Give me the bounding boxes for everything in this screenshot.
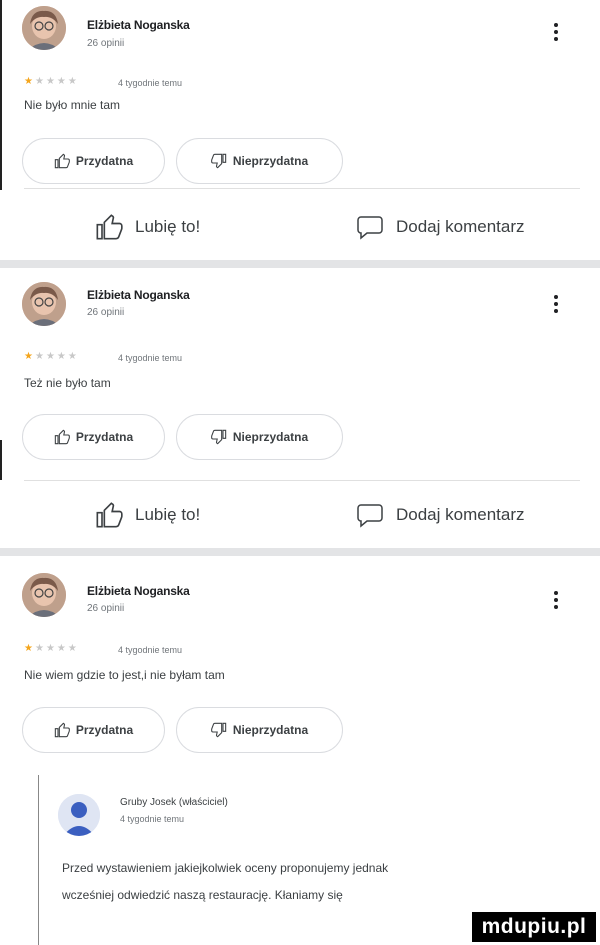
helpful-button[interactable]: Przydatna bbox=[22, 707, 165, 753]
reviewer-name[interactable]: Elżbieta Noganska bbox=[87, 288, 190, 302]
user-avatar-icon[interactable] bbox=[22, 282, 66, 326]
owner-reply-text: Przed wystawieniem jakiejkolwiek oceny p… bbox=[62, 858, 532, 906]
left-edge-line bbox=[0, 440, 2, 480]
star-icon: ★ bbox=[34, 643, 46, 654]
like-button[interactable]: Lubię to! bbox=[95, 213, 200, 241]
thumb-up-icon bbox=[96, 214, 123, 240]
not-helpful-label: Nieprzydatna bbox=[232, 154, 309, 168]
star-icon: ★ bbox=[24, 643, 35, 654]
reviewer-name[interactable]: Elżbieta Noganska bbox=[87, 584, 190, 598]
divider bbox=[24, 480, 580, 481]
comment-icon bbox=[357, 216, 383, 240]
owner-name: Gruby Josek (właściciel) bbox=[120, 797, 228, 808]
more-vert-icon[interactable] bbox=[553, 20, 559, 41]
review-text: Nie wiem gdzie to jest,i nie byłam tam bbox=[24, 668, 225, 682]
not-helpful-button[interactable]: Nieprzydatna bbox=[176, 138, 343, 184]
thumb-down-icon bbox=[210, 153, 227, 169]
user-avatar-icon[interactable] bbox=[22, 573, 66, 617]
star-icon: ★ bbox=[67, 643, 79, 654]
star-icon: ★ bbox=[34, 76, 46, 87]
thumb-down-icon bbox=[210, 722, 227, 738]
not-helpful-label: Nieprzydatna bbox=[232, 430, 309, 444]
star-icon: ★ bbox=[24, 76, 35, 87]
owner-reply-line: wcześniej odwiedzić naszą restaurację. K… bbox=[62, 888, 343, 902]
star-rating: ★★★★★ bbox=[24, 643, 79, 654]
star-rating: ★★★★★ bbox=[24, 351, 79, 362]
not-helpful-button[interactable]: Nieprzydatna bbox=[176, 707, 343, 753]
add-comment-button[interactable]: Dodaj komentarz bbox=[356, 501, 525, 529]
comment-label: Dodaj komentarz bbox=[396, 217, 525, 236]
helpful-button[interactable]: Przydatna bbox=[22, 414, 165, 460]
thumb-up-icon bbox=[54, 722, 70, 738]
like-button[interactable]: Lubię to! bbox=[95, 501, 200, 529]
star-icon: ★ bbox=[67, 76, 79, 87]
not-helpful-button[interactable]: Nieprzydatna bbox=[176, 414, 343, 460]
helpful-button[interactable]: Przydatna bbox=[22, 138, 165, 184]
star-icon: ★ bbox=[45, 76, 57, 87]
star-icon: ★ bbox=[56, 351, 68, 362]
left-edge-line bbox=[0, 0, 2, 190]
reviewer-meta: 26 opinii bbox=[87, 307, 125, 318]
not-helpful-label: Nieprzydatna bbox=[232, 723, 309, 737]
helpful-label: Przydatna bbox=[75, 430, 134, 444]
user-avatar-icon[interactable] bbox=[22, 6, 66, 50]
star-icon: ★ bbox=[45, 643, 57, 654]
star-rating: ★★★★★ bbox=[24, 76, 79, 87]
section-separator bbox=[0, 260, 600, 268]
owner-avatar-icon bbox=[58, 794, 100, 836]
review-time: 4 tygodnie temu bbox=[118, 353, 183, 363]
left-edge-line bbox=[38, 775, 39, 945]
reviewer-meta: 26 opinii bbox=[87, 603, 125, 614]
star-icon: ★ bbox=[56, 643, 68, 654]
more-vert-icon[interactable] bbox=[553, 292, 559, 313]
helpful-label: Przydatna bbox=[75, 723, 134, 737]
watermark-logo: mdupiu.pl bbox=[472, 912, 596, 942]
reviewer-name[interactable]: Elżbieta Noganska bbox=[87, 18, 190, 32]
add-comment-button[interactable]: Dodaj komentarz bbox=[356, 213, 525, 241]
divider bbox=[24, 188, 580, 189]
star-icon: ★ bbox=[24, 351, 35, 362]
comment-label: Dodaj komentarz bbox=[396, 505, 525, 524]
helpful-label: Przydatna bbox=[75, 154, 134, 168]
review-time: 4 tygodnie temu bbox=[118, 78, 183, 88]
star-icon: ★ bbox=[67, 351, 79, 362]
thumb-up-icon bbox=[54, 153, 70, 169]
owner-reply-time: 4 tygodnie temu bbox=[120, 814, 185, 824]
star-icon: ★ bbox=[45, 351, 57, 362]
owner-reply-line: Przed wystawieniem jakiejkolwiek oceny p… bbox=[62, 861, 389, 875]
review-text: Też nie było tam bbox=[24, 376, 111, 390]
thumb-up-icon bbox=[96, 502, 123, 528]
review-time: 4 tygodnie temu bbox=[118, 645, 183, 655]
comment-icon bbox=[357, 504, 383, 528]
thumb-down-icon bbox=[210, 429, 227, 445]
like-label: Lubię to! bbox=[135, 217, 201, 236]
like-label: Lubię to! bbox=[135, 505, 201, 524]
star-icon: ★ bbox=[34, 351, 46, 362]
review-text: Nie było mnie tam bbox=[24, 98, 121, 112]
star-icon: ★ bbox=[56, 76, 68, 87]
reviewer-meta: 26 opinii bbox=[87, 38, 125, 49]
more-vert-icon[interactable] bbox=[553, 588, 559, 609]
thumb-up-icon bbox=[54, 429, 70, 445]
section-separator bbox=[0, 548, 600, 556]
